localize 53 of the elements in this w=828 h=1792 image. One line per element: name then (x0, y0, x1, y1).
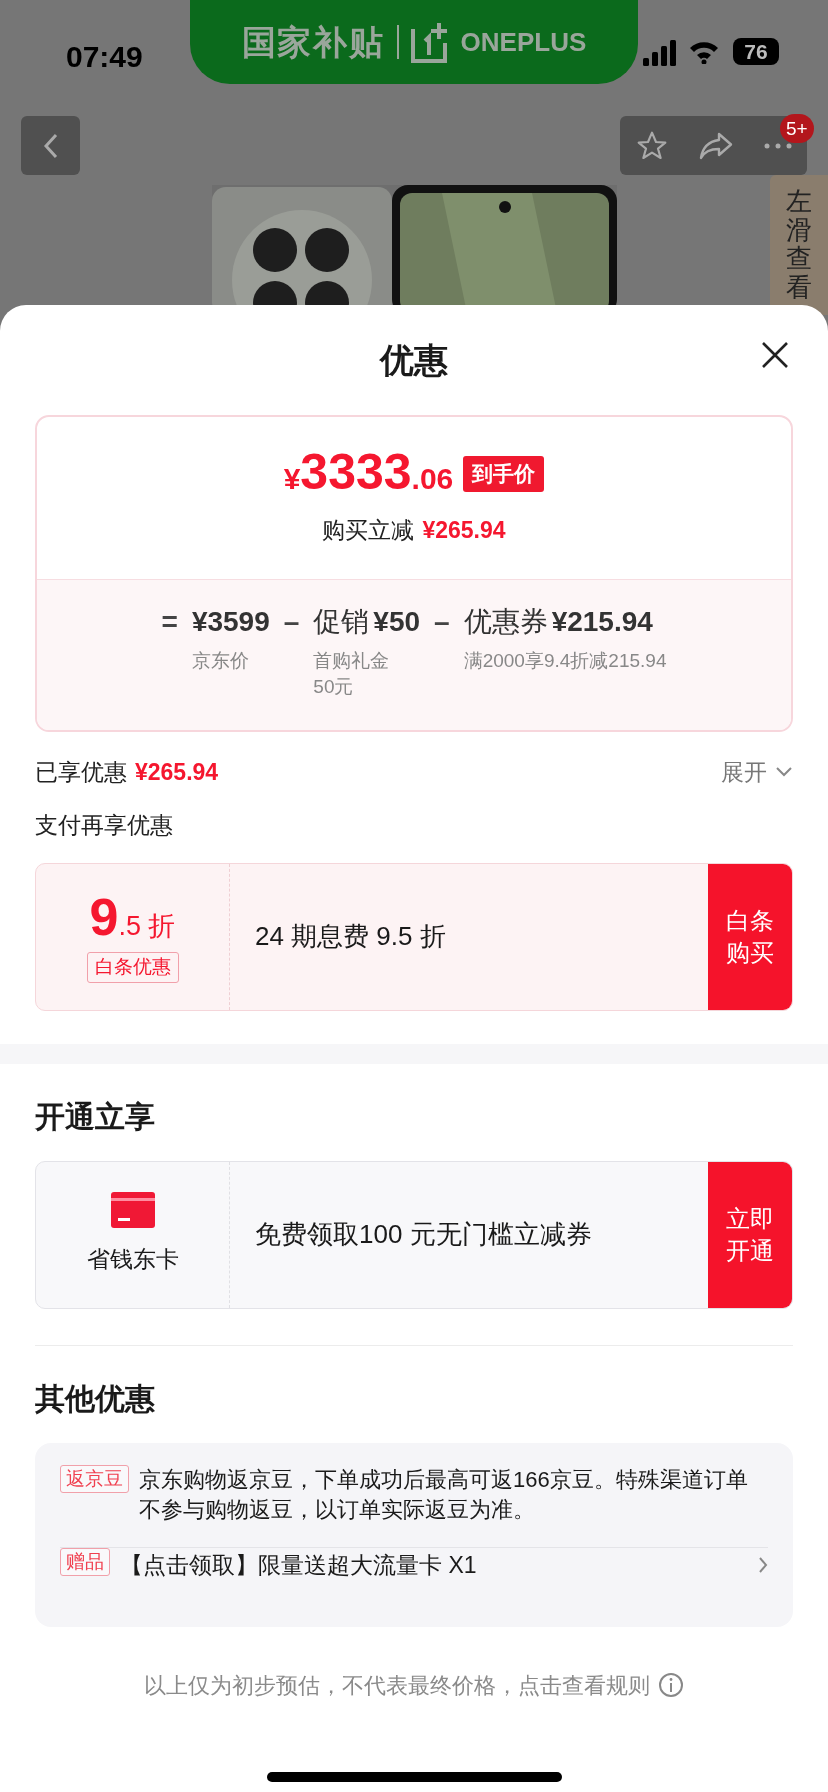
wifi-icon (688, 40, 720, 64)
saving-label: 购买立减 (322, 516, 415, 545)
close-button[interactable] (760, 340, 790, 370)
gift-link[interactable]: 【点击领取】限量送超大流量卡 X1 (120, 1547, 768, 1582)
signal-icon (643, 40, 679, 66)
activate-button[interactable]: 立即开通 (708, 1161, 792, 1308)
info-icon[interactable] (658, 1672, 684, 1698)
item-value: ¥50 (373, 605, 421, 639)
operator-sign: – (283, 605, 300, 639)
chevron-icon (775, 766, 793, 778)
item-label: 促销 (313, 605, 370, 639)
item-note: 京东价 (191, 649, 250, 673)
status-time: 07:49 (66, 39, 143, 75)
sheet-title: 优惠 (380, 339, 448, 381)
banner-title: 国家补贴 (241, 21, 385, 63)
back-icon (42, 131, 59, 160)
enjoyed-value: ¥265.94 (135, 757, 219, 787)
disclaimer-link[interactable]: 以上仅为初步预估，不代表最终价格，点击查看规则 (144, 1668, 650, 1702)
close-icon (760, 340, 790, 370)
discount-rate: 9.5 折 (89, 890, 176, 946)
logo-icon (410, 21, 449, 63)
operator-sign: – (434, 605, 450, 639)
offer-tag: 赠品 (60, 1547, 110, 1576)
side-tab[interactable]: 左滑查看 (770, 175, 828, 315)
chevron-right-icon (758, 1555, 768, 1574)
operator-sign: = (161, 605, 178, 639)
enjoyed-label: 已享优惠 (35, 757, 127, 787)
section-title: 支付再享优惠 (35, 811, 174, 840)
expand-toggle[interactable]: 展开 (721, 754, 793, 790)
offer-tag: 返京豆 (60, 1464, 129, 1493)
final-price-tag: 到手价 (463, 456, 545, 492)
card-icon (110, 1192, 155, 1229)
notification-badge: 5+ (780, 114, 814, 143)
card-name: 省钱东卡 (86, 1245, 179, 1275)
card-description: 免费领取100 元无门槛立减券 (255, 1218, 592, 1251)
baitiao-buy-button[interactable]: 白条购买 (708, 863, 792, 1010)
item-note: 满2000享9.4折减215.94 (463, 649, 667, 673)
item-value: ¥215.94 (551, 605, 653, 639)
final-price: ¥3333.06 (283, 447, 454, 501)
offer-description: 24 期息费 9.5 折 (255, 920, 446, 953)
item-note: 首购礼金 50元 (313, 649, 391, 699)
brand-name: ONEPLUS (460, 25, 587, 59)
more-icon[interactable] (762, 141, 793, 150)
share-icon[interactable] (697, 130, 734, 161)
battery-icon: 76 (733, 38, 779, 65)
back-button[interactable] (21, 116, 80, 175)
section-title: 开通立享 (35, 1098, 156, 1135)
saving-value: ¥265.94 (422, 516, 506, 545)
offer-text: 京东购物返京豆，下单成功后最高可返166京豆。特殊渠道订单不参与购物返豆，以订单实际返豆为准。 (139, 1465, 749, 1524)
offer-tag: 白条优惠 (86, 952, 179, 983)
item-label: 优惠券 (463, 605, 548, 639)
item-value: ¥3599 (191, 605, 270, 639)
section-title: 其他优惠 (35, 1380, 156, 1417)
